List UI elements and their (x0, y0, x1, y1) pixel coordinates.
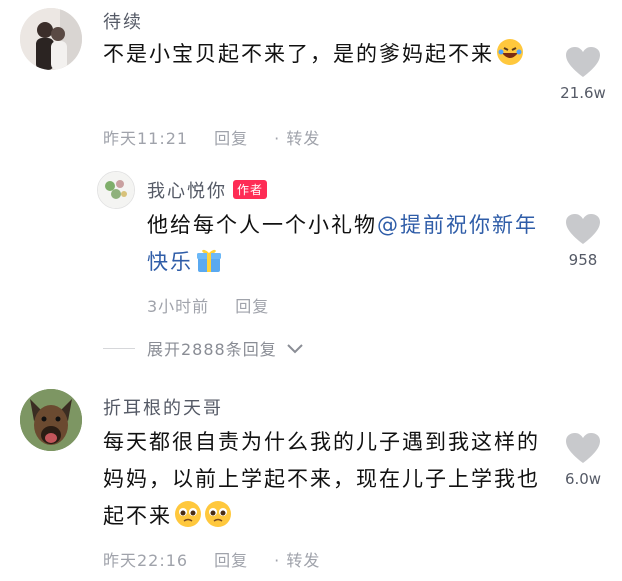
reply-button[interactable]: 回复 (214, 551, 248, 570)
comment-text: 他给每个人一个小礼物@提前祝你新年快乐 (147, 213, 538, 274)
comment-username: 我心悦你 作者 (147, 177, 268, 203)
expand-replies-button[interactable]: 展开2888条回复 (147, 336, 304, 360)
like-button[interactable]: 6.0w (553, 432, 613, 488)
laughing-emoji-icon (496, 38, 524, 66)
reply-button[interactable]: 回复 (235, 297, 269, 316)
comment-username[interactable]: 待续 (103, 8, 143, 34)
avatar[interactable] (20, 8, 82, 70)
reply-username[interactable]: 我心悦你 (147, 181, 227, 202)
comment-meta: 昨天22:16 回复 · 转发 (103, 547, 346, 571)
heart-icon (566, 214, 600, 244)
like-count: 958 (568, 251, 598, 269)
like-button[interactable]: 21.6w (553, 46, 613, 102)
chevron-down-icon (287, 344, 303, 354)
pleading-emoji-icon (174, 500, 202, 528)
heart-icon (566, 47, 600, 77)
avatar[interactable] (20, 389, 82, 451)
comment-meta: 3小时前 回复 (147, 293, 295, 317)
comment-meta: 昨天11:21 回复 · 转发 (103, 125, 346, 149)
like-count: 6.0w (564, 470, 602, 488)
forward-button[interactable]: · 转发 (274, 129, 320, 148)
heart-icon (566, 433, 600, 463)
avatar[interactable] (97, 171, 135, 209)
gift-emoji-icon (195, 246, 223, 274)
comment-time: 昨天11:21 (103, 129, 189, 148)
forward-button[interactable]: · 转发 (274, 551, 320, 570)
comment-text: 不是小宝贝起不来了，是的爹妈起不来 (103, 36, 538, 73)
like-count: 21.6w (560, 84, 606, 102)
comment-time: 昨天22:16 (103, 551, 189, 570)
comment-username[interactable]: 折耳根的天哥 (103, 394, 223, 420)
pleading-emoji-icon (204, 500, 232, 528)
comment-time: 3小时前 (147, 297, 210, 316)
reply-button[interactable]: 回复 (214, 129, 248, 148)
like-button[interactable]: 958 (553, 213, 613, 269)
divider (103, 348, 135, 349)
comment-text: 每天都很自责为什么我的儿子遇到我这样的妈妈，以前上学起不来，现在儿子上学我也起不… (103, 430, 540, 528)
author-badge: 作者 (233, 180, 268, 199)
